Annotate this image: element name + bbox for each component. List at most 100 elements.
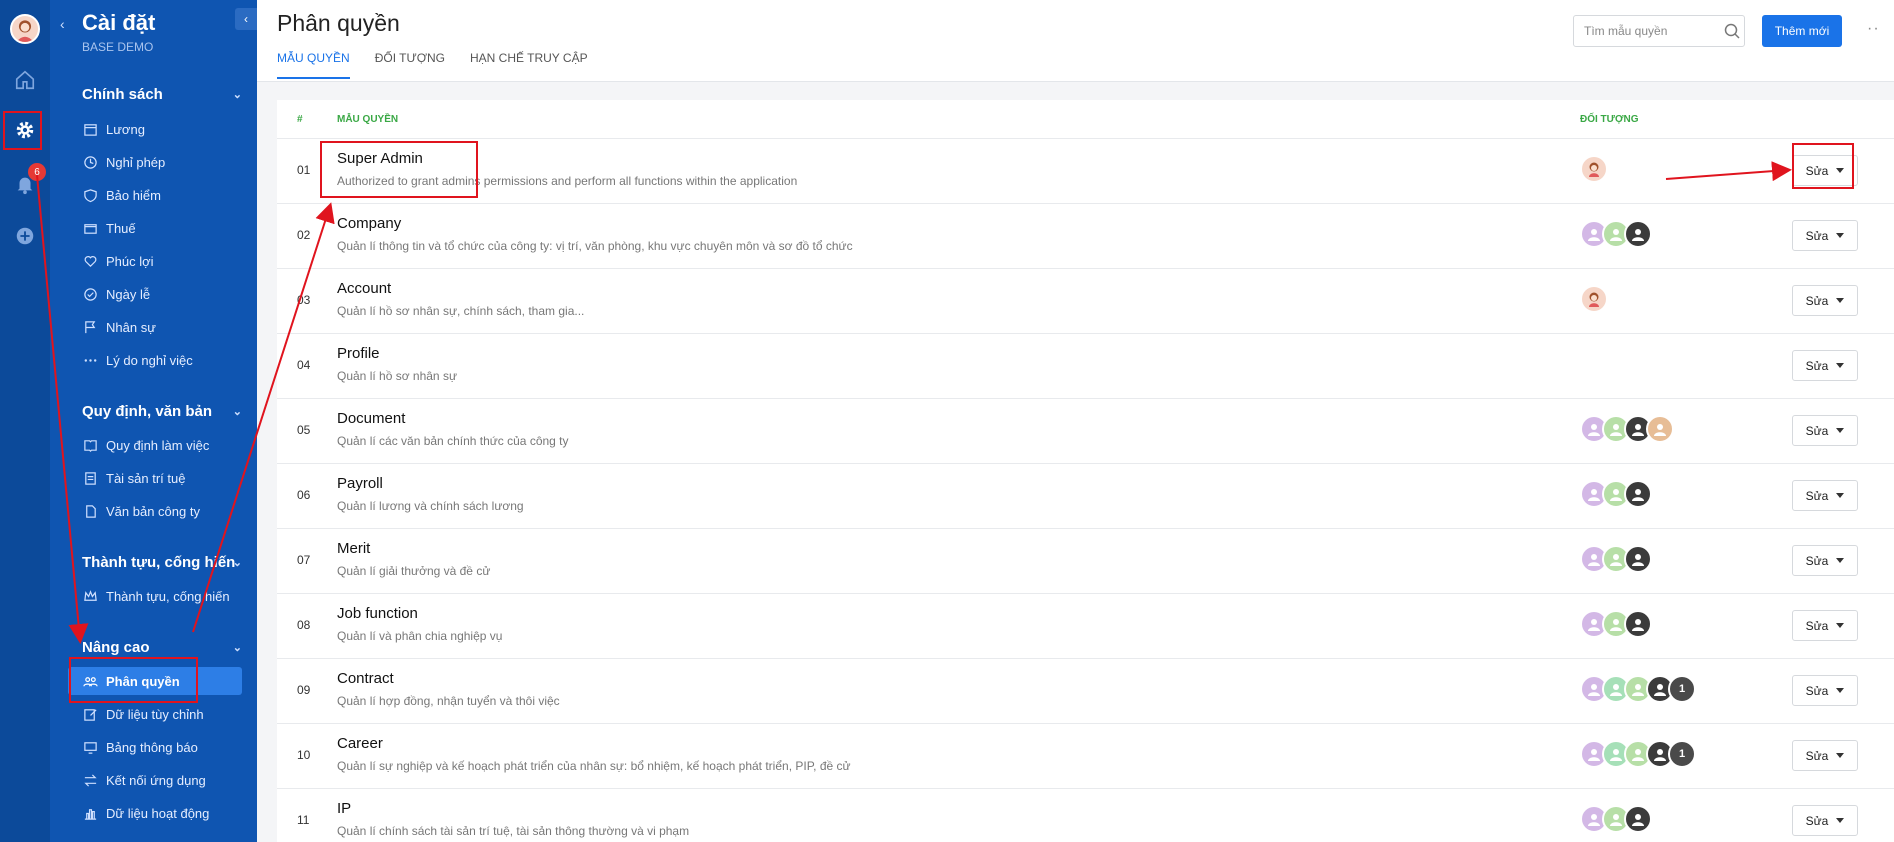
table-row[interactable]: 11 IP Quản lí chính sách tài sản trí tuệ, … (277, 788, 1894, 842)
template-name[interactable]: Contract (337, 670, 394, 687)
member-avatar[interactable] (1646, 415, 1674, 443)
table-row[interactable]: 06 Payroll Quản lí lương và chính sách lươ… (277, 463, 1894, 528)
caret-down-icon (1836, 363, 1845, 368)
sidebar-item-salary[interactable]: Lương (68, 115, 242, 143)
user-avatar[interactable] (10, 14, 40, 44)
sidebar-title: Cài đặt (82, 10, 156, 35)
template-description: Quản lí và phân chia nghiệp vụ (337, 629, 503, 643)
member-avatar[interactable] (1580, 285, 1608, 313)
caret-down-icon (1836, 753, 1845, 758)
tab-subjects[interactable]: ĐỐI TƯỢNG (375, 51, 445, 79)
member-avatar[interactable] (1624, 220, 1652, 248)
table-row[interactable]: 02 Company Quản lí thông tin và tổ chức củ… (277, 203, 1894, 268)
edit-dropdown-button[interactable]: Sửa (1792, 285, 1858, 316)
sidebar-section-policy[interactable]: Chính sách ⌄ (82, 86, 242, 103)
template-name[interactable]: Profile (337, 345, 380, 362)
table-row[interactable]: 01 Super Admin Authorized to grant admins … (277, 138, 1894, 203)
bar-chart-icon (82, 805, 98, 821)
sidebar-item-personnel[interactable]: Nhân sự (68, 313, 242, 341)
template-name[interactable]: IP (337, 800, 351, 817)
template-name[interactable]: Merit (337, 540, 370, 557)
table-row[interactable]: 03 Account Quản lí hồ sơ nhân sự, chính sá… (277, 268, 1894, 333)
chevron-down-icon: ⌄ (232, 89, 242, 101)
sidebar-item-achievements[interactable]: Thành tựu, cống hiến (68, 582, 242, 610)
template-name[interactable]: Job function (337, 605, 418, 622)
caret-down-icon (1836, 623, 1845, 628)
row-number: 02 (297, 228, 311, 242)
tab-permission-templates[interactable]: MẪU QUYỀN (277, 51, 350, 79)
member-avatar[interactable] (1580, 155, 1608, 183)
more-options-icon[interactable]: ·· (1867, 20, 1880, 38)
template-name[interactable]: Company (337, 215, 401, 232)
member-avatar[interactable] (1624, 805, 1652, 833)
clock-icon (82, 154, 98, 170)
table-row[interactable]: 04 Profile Quản lí hồ sơ nhân sự Sửa (277, 333, 1894, 398)
caret-down-icon (1836, 233, 1845, 238)
member-avatar[interactable] (1624, 610, 1652, 638)
template-name[interactable]: Document (337, 410, 405, 427)
edit-dropdown-button[interactable]: Sửa (1792, 480, 1858, 511)
edit-dropdown-button[interactable]: Sửa (1792, 805, 1858, 836)
sidebar-section-advanced[interactable]: Nâng cao ⌄ (82, 639, 242, 656)
template-description: Quản lí hồ sơ nhân sự (337, 369, 457, 383)
sidebar-item-company-docs[interactable]: Văn bản công ty (68, 497, 242, 525)
edit-dropdown-button[interactable]: Sửa (1792, 675, 1858, 706)
extra-count-badge[interactable]: 1 (1668, 740, 1696, 768)
sidebar-item-tax[interactable]: Thuế (68, 214, 242, 242)
row-number: 06 (297, 488, 311, 502)
flag-icon (82, 319, 98, 335)
sidebar-section-regulations[interactable]: Quy định, văn bản ⌄ (82, 403, 242, 420)
sidebar-item-custom-data[interactable]: Dữ liệu tùy chỉnh (68, 700, 242, 728)
template-name[interactable]: Payroll (337, 475, 383, 492)
subject-avatars (1580, 610, 1652, 638)
sidebar-item-insurance[interactable]: Bảo hiểm (68, 181, 242, 209)
book-icon (82, 437, 98, 453)
member-avatar[interactable] (1624, 545, 1652, 573)
document-list-icon (82, 470, 98, 486)
search-icon[interactable] (1723, 22, 1741, 40)
table-row[interactable]: 10 Career Quản lí sự nghiệp và kế hoạch ph… (277, 723, 1894, 788)
table-row[interactable]: 08 Job function Quản lí và phân chia nghiệ… (277, 593, 1894, 658)
edit-dropdown-button[interactable]: Sửa (1792, 220, 1858, 251)
edit-dropdown-button[interactable]: Sửa (1792, 350, 1858, 381)
edit-dropdown-button[interactable]: Sửa (1792, 415, 1858, 446)
table-row[interactable]: 07 Merit Quản lí giải thưởng và đề cử Sửa (277, 528, 1894, 593)
add-new-button[interactable]: Thêm mới (1762, 15, 1842, 47)
sidebar-item-app-connections[interactable]: Kết nối ứng dụng (68, 766, 242, 794)
sidebar-item-holidays[interactable]: Ngày lễ (68, 280, 242, 308)
row-number: 03 (297, 293, 311, 307)
edit-dropdown-button[interactable]: Sửa (1792, 740, 1858, 771)
tab-access-restrictions[interactable]: HẠN CHẾ TRUY CẬP (470, 51, 588, 79)
template-name[interactable]: Account (337, 280, 391, 297)
member-avatar[interactable] (1624, 480, 1652, 508)
wallet-icon (82, 220, 98, 236)
sidebar-item-activity-data[interactable]: Dữ liệu hoạt động (68, 799, 242, 827)
add-circle-icon[interactable] (13, 224, 37, 248)
caret-down-icon (1836, 818, 1845, 823)
annotation-box-super-admin (320, 141, 478, 198)
search-input[interactable] (1573, 15, 1745, 47)
table-row[interactable]: 05 Document Quản lí các văn bản chính thức… (277, 398, 1894, 463)
subject-avatars (1580, 805, 1652, 833)
template-name[interactable]: Career (337, 735, 383, 752)
column-header-subjects: ĐỐI TƯỢNG (1580, 114, 1639, 125)
monitor-icon (82, 739, 98, 755)
sidebar-item-work-rules[interactable]: Quy định làm việc (68, 431, 242, 459)
table-row[interactable]: 09 Contract Quản lí hợp đồng, nhận tuyển v… (277, 658, 1894, 723)
subject-avatars (1580, 220, 1652, 248)
subject-avatars (1580, 480, 1652, 508)
sidebar-item-leave[interactable]: Nghỉ phép (68, 148, 242, 176)
sidebar-item-benefits[interactable]: Phúc lợi (68, 247, 242, 275)
sidebar-item-resign-reason[interactable]: Lý do nghỉ việc (68, 346, 242, 374)
sidebar-item-intellectual-property[interactable]: Tài sản trí tuệ (68, 464, 242, 492)
annotation-box-permissions (69, 657, 198, 703)
back-chevron-icon[interactable]: ‹ (60, 16, 65, 32)
home-icon[interactable] (13, 68, 37, 92)
sidebar-item-notice-board[interactable]: Bảng thông báo (68, 733, 242, 761)
sidebar-section-achievements[interactable]: Thành tựu, cống hiến ⌄ (82, 554, 242, 571)
sidebar-subtitle: BASE DEMO (82, 40, 154, 54)
collapse-sidebar-button[interactable]: ‹ (235, 8, 257, 30)
extra-count-badge[interactable]: 1 (1668, 675, 1696, 703)
edit-dropdown-button[interactable]: Sửa (1792, 545, 1858, 576)
edit-dropdown-button[interactable]: Sửa (1792, 610, 1858, 641)
